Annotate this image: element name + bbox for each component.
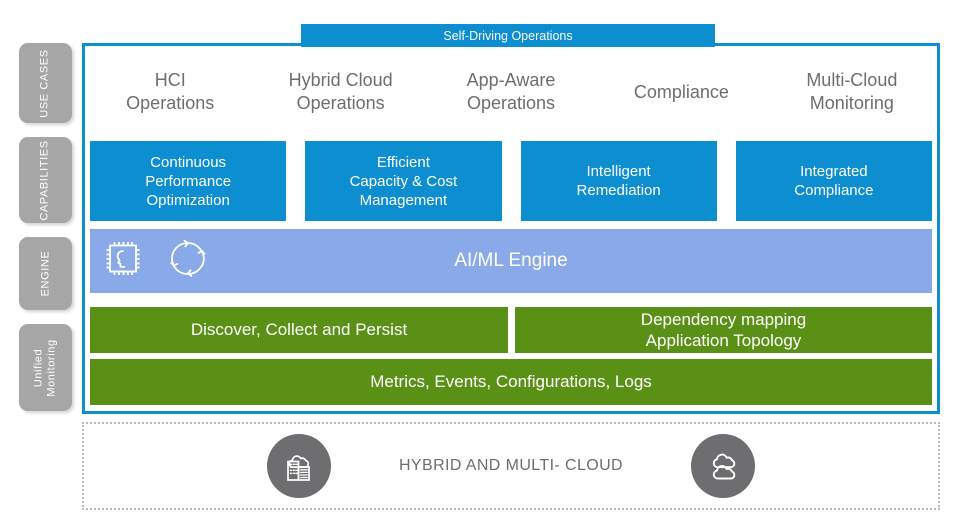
- use-cases-row: HCI Operations Hybrid Cloud Operations A…: [85, 46, 937, 138]
- data-layer-row-1: Discover, Collect and Persist Dependency…: [90, 307, 932, 353]
- multi-cloud-icon: [691, 434, 756, 498]
- rail-item-label: ENGINE: [39, 250, 51, 297]
- capability-efficient-capacity-cost-management[interactable]: Efficient Capacity & Cost Management: [305, 141, 502, 221]
- rail-item-label: Unified Monitoring: [32, 338, 58, 397]
- banner-label: Self-Driving Operations: [443, 28, 573, 43]
- capability-intelligent-remediation[interactable]: Intelligent Remediation: [520, 141, 717, 221]
- capabilities-row: Continuous Performance Optimization Effi…: [90, 141, 932, 221]
- rail-item-label: USE CASES: [39, 48, 51, 118]
- self-driving-operations-banner: Self-Driving Operations: [301, 24, 715, 47]
- ai-ml-engine-label: AI/ML Engine: [454, 250, 568, 271]
- ai-chip-icon: [102, 238, 144, 285]
- data-metrics-events-configurations-logs[interactable]: Metrics, Events, Configurations, Logs: [90, 359, 932, 405]
- ai-ml-engine-band[interactable]: AI/ML Engine: [90, 229, 932, 293]
- use-case-hci-operations[interactable]: HCI Operations: [85, 69, 255, 115]
- hybrid-multi-cloud-label: HYBRID AND MULTI- CLOUD: [398, 457, 624, 474]
- ml-cycle-icon: [166, 237, 210, 286]
- rail-item-label: CAPABILITIES: [39, 139, 52, 221]
- rail-item-unified-monitoring[interactable]: Unified Monitoring: [19, 324, 72, 411]
- use-case-compliance[interactable]: Compliance: [596, 81, 766, 104]
- use-case-hybrid-cloud-operations[interactable]: Hybrid Cloud Operations: [255, 69, 425, 115]
- hybrid-cloud-datacenter-icon: [266, 434, 331, 498]
- rail-item-capabilities[interactable]: CAPABILITIES: [19, 137, 72, 223]
- capability-integrated-compliance[interactable]: Integrated Compliance: [735, 141, 932, 221]
- layer-rail: USE CASES CAPABILITIES ENGINE Unified Mo…: [19, 43, 72, 411]
- hybrid-multi-cloud-strip: HYBRID AND MULTI- CLOUD: [82, 422, 940, 510]
- rail-item-engine[interactable]: ENGINE: [19, 237, 72, 310]
- architecture-stack: HCI Operations Hybrid Cloud Operations A…: [82, 43, 940, 414]
- data-discover-collect-persist[interactable]: Discover, Collect and Persist: [90, 307, 508, 353]
- use-case-multi-cloud-monitoring[interactable]: Multi-Cloud Monitoring: [767, 69, 937, 115]
- rail-item-use-cases[interactable]: USE CASES: [19, 43, 72, 123]
- capability-continuous-performance-optimization[interactable]: Continuous Performance Optimization: [90, 141, 287, 221]
- data-dependency-mapping-application-topology[interactable]: Dependency mapping Application Topology: [515, 307, 932, 353]
- use-case-app-aware-operations[interactable]: App-Aware Operations: [426, 69, 596, 115]
- engine-icon-group: [102, 237, 210, 286]
